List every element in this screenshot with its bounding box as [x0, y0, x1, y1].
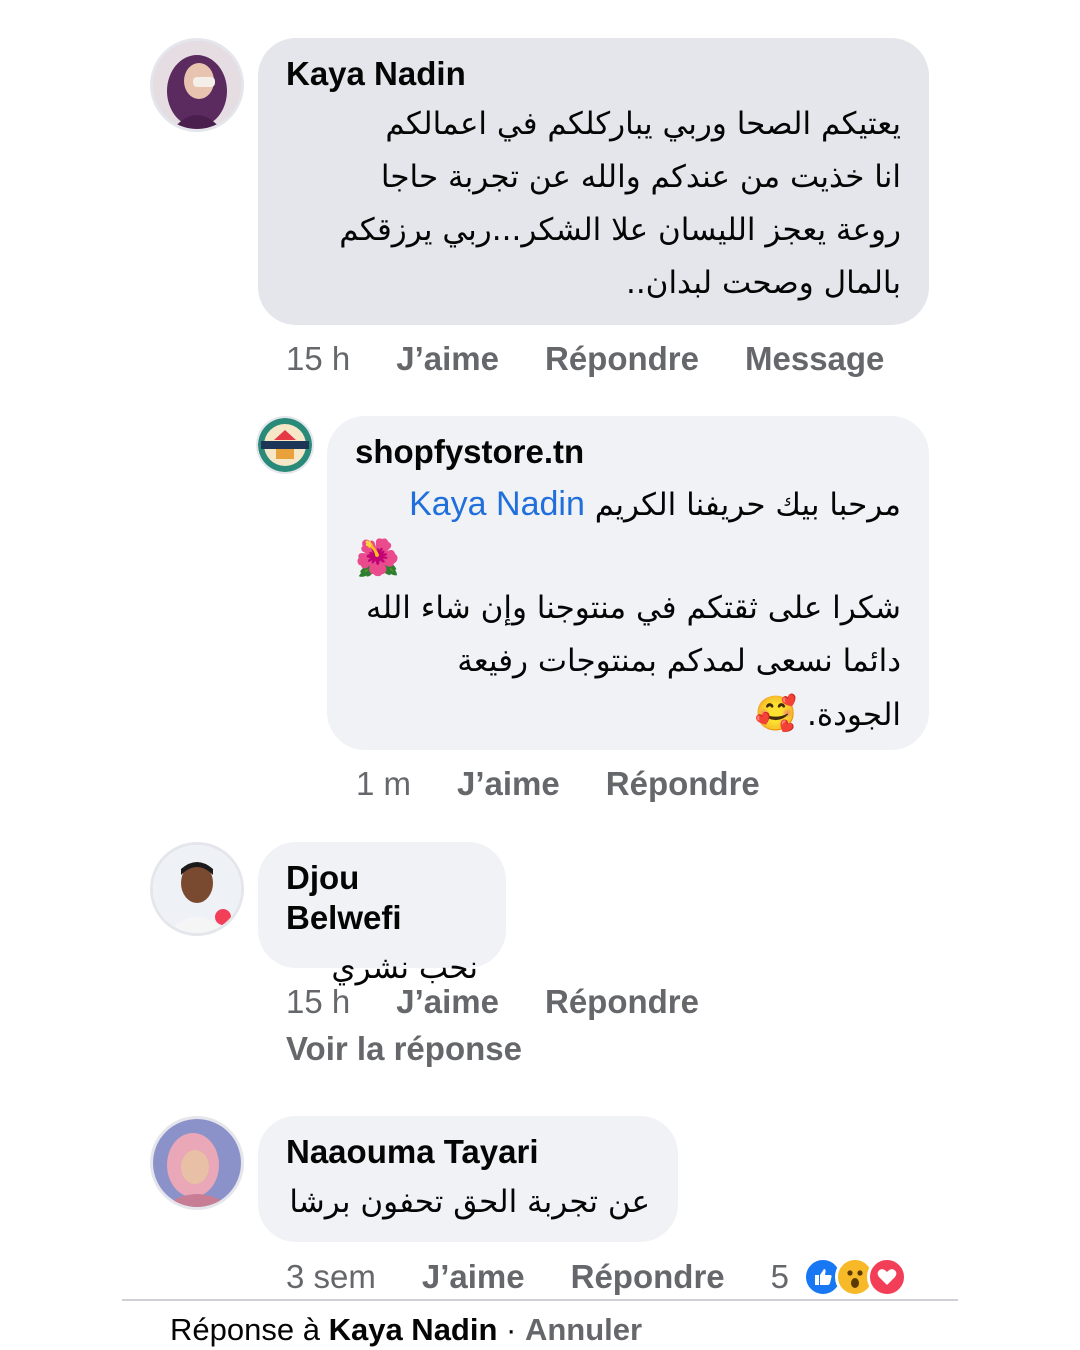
- comment-actions: 15 h J’aime Répondre: [286, 983, 745, 1021]
- comment-text: مرحبا بيك حريفنا الكريم Kaya Nadin 🌺 شكر…: [355, 478, 901, 742]
- love-reaction-icon: [867, 1257, 907, 1297]
- reply-prefix: Réponse à: [170, 1312, 320, 1347]
- comment-text: يعتيكم الصحا وربي يباركلكم في اعمالكم ان…: [286, 98, 901, 310]
- comment-line: الجودة. 🥰: [355, 688, 901, 742]
- comment-line: شكرا على ثقتكم في منتوجنا وإن شاء الله: [365, 590, 901, 626]
- reply-composer-status: Réponse à Kaya Nadin · Annuler: [170, 1312, 642, 1348]
- reply-target-name: Kaya Nadin: [328, 1312, 498, 1347]
- comment-actions: 3 sem J’aime Répondre 5: [286, 1257, 907, 1297]
- reply-button[interactable]: Répondre: [606, 765, 760, 803]
- comment-actions: 1 m J’aime Répondre: [356, 765, 806, 803]
- reaction-count: 5: [770, 1258, 789, 1295]
- person-avatar-icon: [153, 41, 241, 129]
- comment-text: عن تجربة الحق تحفون برشا: [289, 1184, 650, 1220]
- comment-bubble[interactable]: shopfystore.tn مرحبا بيك حريفنا الكريم K…: [327, 416, 929, 750]
- like-button[interactable]: J’aime: [457, 765, 560, 803]
- comment-line-text: مرحبا بيك حريفنا الكريم: [594, 487, 901, 523]
- comment-line: انا خذيت من عندكم والله عن تجربة حاجا: [380, 159, 901, 195]
- see-reply-link[interactable]: Voir la réponse: [286, 1030, 522, 1068]
- comment-line: دائما نسعى لمدكم بمنتوجات رفيعة: [457, 643, 901, 679]
- comment-timestamp[interactable]: 15 h: [286, 340, 350, 378]
- comment-bubble[interactable]: Djou Belwefi نحب نشري: [258, 842, 506, 986]
- comment-line: روعة يعجز الليسان علا الشكر...ربي يرزقكم: [339, 212, 901, 248]
- reply-button[interactable]: Répondre: [545, 983, 699, 1021]
- comment-author[interactable]: Kaya Nadin: [286, 54, 901, 94]
- comment-line: مرحبا بيك حريفنا الكريم Kaya Nadin: [355, 478, 901, 532]
- reply-separator: ·: [497, 1312, 525, 1347]
- reply-button[interactable]: Répondre: [545, 340, 699, 378]
- comment-author[interactable]: Naaouma Tayari: [286, 1132, 650, 1172]
- like-button[interactable]: J’aime: [422, 1258, 525, 1296]
- reaction-summary[interactable]: 5: [771, 1257, 907, 1297]
- composer-divider: [122, 1299, 958, 1301]
- avatar-naaouma-tayari[interactable]: [150, 1116, 244, 1210]
- person-avatar-icon: [153, 1119, 241, 1207]
- avatar-djou-belwefi[interactable]: [150, 842, 244, 936]
- message-button[interactable]: Message: [745, 340, 884, 378]
- like-button[interactable]: J’aime: [396, 340, 499, 378]
- cancel-reply-button[interactable]: Annuler: [525, 1312, 642, 1347]
- comment-line: بالمال وصحت لبدان..: [625, 265, 901, 301]
- reply-button[interactable]: Répondre: [571, 1258, 725, 1296]
- comment-timestamp[interactable]: 15 h: [286, 983, 350, 1021]
- comment-timestamp[interactable]: 3 sem: [286, 1258, 376, 1296]
- person-avatar-icon: [153, 845, 241, 933]
- comment-actions: 15 h J’aime Répondre Message: [286, 340, 930, 378]
- mention-link[interactable]: Kaya Nadin: [409, 485, 585, 523]
- comment-bubble[interactable]: Kaya Nadin يعتيكم الصحا وربي يباركلكم في…: [258, 38, 929, 325]
- comment-line-text: الجودة.: [807, 697, 901, 733]
- store-logo-icon: [258, 418, 312, 472]
- hibiscus-emoji: 🌺: [355, 538, 400, 579]
- smiling-hearts-emoji: 🥰: [754, 694, 798, 734]
- comment-author[interactable]: Djou Belwefi: [286, 858, 478, 938]
- comment-line: يعتيكم الصحا وربي يباركلكم في اعمالكم: [385, 106, 901, 142]
- avatar-shopfystore[interactable]: [256, 416, 314, 474]
- like-button[interactable]: J’aime: [396, 983, 499, 1021]
- comment-author[interactable]: shopfystore.tn: [355, 432, 901, 472]
- comment-bubble[interactable]: Naaouma Tayari عن تجربة الحق تحفون برشا: [258, 1116, 678, 1242]
- comment-timestamp[interactable]: 1 m: [356, 765, 411, 803]
- avatar-kaya-nadin[interactable]: [150, 38, 244, 132]
- comment-line: 🌺: [355, 532, 901, 582]
